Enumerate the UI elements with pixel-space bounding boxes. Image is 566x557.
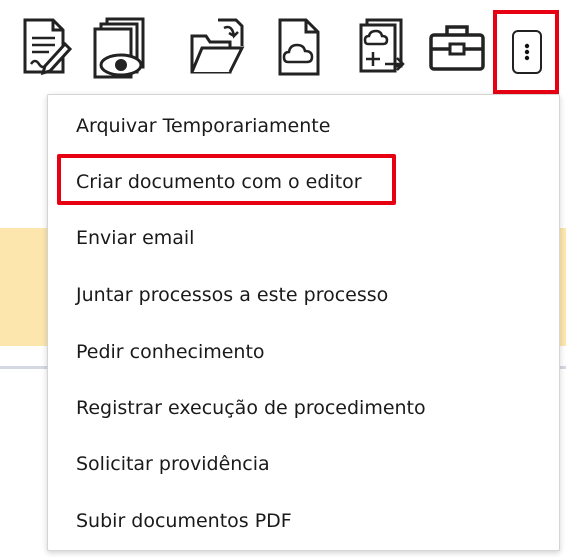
menu-item-solicitar-providencia[interactable]: Solicitar providência [48,436,559,492]
menu-item-juntar-processos[interactable]: Juntar processos a este processo [48,267,559,323]
toolbar [0,0,566,94]
menu-item-registrar-execucao[interactable]: Registrar execução de procedimento [48,380,559,436]
cloud-document-icon[interactable] [268,14,332,80]
toolbox-icon[interactable] [425,14,489,80]
menu-item-subir-documentos-pdf[interactable]: Subir documentos PDF [48,493,559,549]
view-documents-icon[interactable] [88,14,152,80]
cloud-add-document-icon[interactable] [350,14,414,80]
open-folder-icon[interactable] [185,14,249,80]
menu-item-criar-documento-editor[interactable]: Criar documento com o editor [48,154,559,210]
edit-document-icon[interactable] [13,14,77,80]
menu-item-arquivar-temporariamente[interactable]: Arquivar Temporariamente [48,98,559,154]
more-options-button[interactable] [493,10,559,94]
menu-item-enviar-email[interactable]: Enviar email [48,210,559,266]
vertical-dots-icon [512,30,542,74]
menu-item-pedir-conhecimento[interactable]: Pedir conhecimento [48,324,559,380]
more-options-menu: Arquivar Temporariamente Criar documento… [47,94,560,551]
